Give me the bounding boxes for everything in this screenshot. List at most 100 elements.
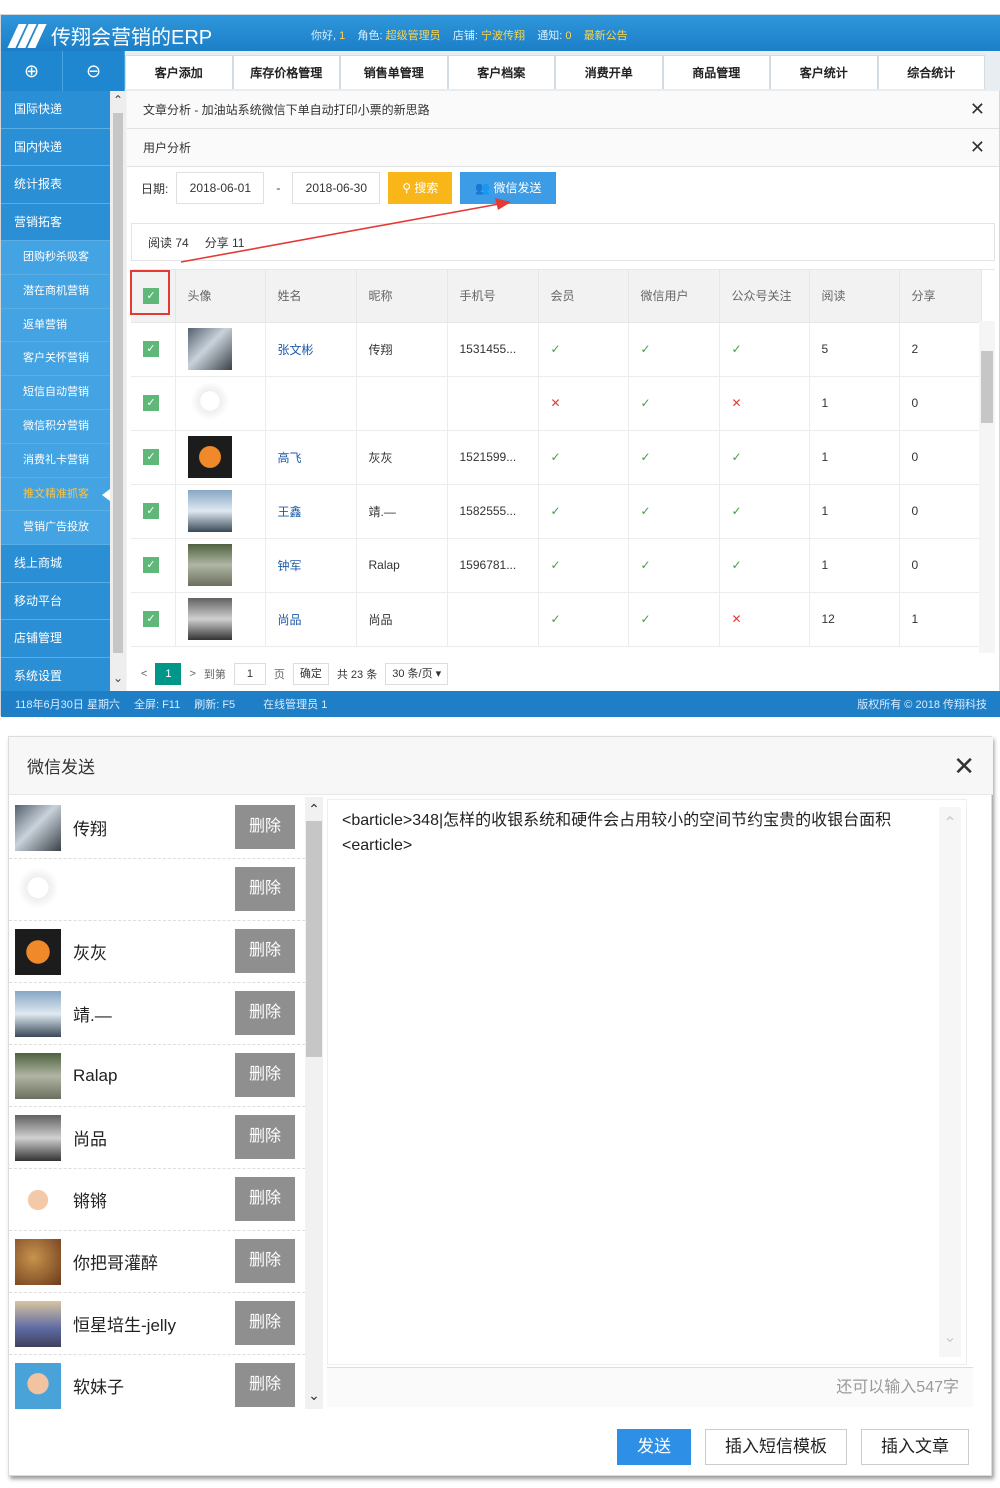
search-button[interactable]: ⚲ 搜索 [388, 172, 453, 204]
tab-article-analysis[interactable]: 文章分析 - 加油站系统微信下单自动打印小票的新思路 ✕ [127, 91, 999, 129]
sidebar-item[interactable]: 国际快递 [1, 91, 110, 129]
delete-button[interactable]: 删除 [235, 1115, 295, 1159]
nav-tab[interactable]: 客户统计 [770, 55, 878, 89]
insert-sms-template-button[interactable]: 插入短信模板 [705, 1429, 847, 1465]
sidebar-item[interactable]: 统计报表 [1, 166, 110, 204]
sidebar-subitem[interactable]: 团购秒杀吸客 [1, 241, 110, 275]
announcement-link[interactable]: 最新公告 [584, 30, 628, 42]
chevron-up-icon[interactable]: ⌃ [939, 813, 961, 833]
delete-button[interactable]: 删除 [235, 805, 295, 849]
table-row[interactable]: ✓ ✕ ✓ ✕ 1 0 [131, 376, 982, 431]
table-row[interactable]: ✓ 张文彬 传翔 1531455... ✓ ✓ ✓ 5 2 [131, 322, 982, 377]
check-icon: ✓ [550, 504, 561, 518]
delete-button[interactable]: 删除 [235, 1363, 295, 1407]
chevron-down-icon[interactable]: ⌄ [305, 1387, 323, 1404]
prev-page-icon[interactable]: < [141, 668, 147, 680]
article-tab-label: 文章分析 - 加油站系统微信下单自动打印小票的新思路 [143, 103, 430, 117]
delete-button[interactable]: 删除 [235, 1239, 295, 1283]
logo-icon [7, 23, 47, 48]
table-row[interactable]: ✓ 钟军 Ralap 1596781... ✓ ✓ ✓ 1 0 [131, 538, 982, 593]
user-name-link[interactable]: 钟军 [265, 538, 357, 593]
user-name-link[interactable]: 高飞 [265, 430, 357, 485]
message-textarea[interactable]: <barticle>348|怎样的收银系统和硬件会占用较小的空间节约宝贵的收银台… [327, 799, 967, 1365]
nav-tab[interactable]: 客户添加 [125, 55, 233, 89]
expand-all-icon[interactable]: ⊕ [1, 51, 63, 91]
delete-button[interactable]: 删除 [235, 929, 295, 973]
delete-button[interactable]: 删除 [235, 867, 295, 911]
store-value[interactable]: 宁波传翔 [481, 30, 525, 42]
row-checkbox[interactable]: ✓ [143, 611, 159, 627]
sidebar-item[interactable]: 系统设置 [1, 658, 110, 696]
delete-button[interactable]: 删除 [235, 991, 295, 1035]
row-checkbox[interactable]: ✓ [143, 503, 159, 519]
sidebar-item[interactable]: 营销拓客 [1, 204, 110, 241]
end-date-input[interactable]: 2018-06-30 [292, 172, 381, 204]
sidebar-item[interactable]: 国内快递 [1, 129, 110, 166]
sidebar-subitem[interactable]: 返单营销 [1, 308, 110, 343]
row-checkbox[interactable]: ✓ [143, 449, 159, 465]
phone [447, 376, 539, 431]
confirm-page-button[interactable]: 确定 [292, 663, 329, 685]
sidebar-item[interactable]: 店铺管理 [1, 620, 110, 658]
row-checkbox[interactable]: ✓ [143, 341, 159, 357]
table-row[interactable]: ✓ 尚品 尚品 ✓ ✓ ✕ 12 1 [131, 592, 982, 647]
page-input[interactable]: 1 [233, 663, 266, 685]
tab-user-analysis[interactable]: 用户分析 ✕ [127, 129, 999, 167]
scroll-thumb[interactable] [306, 821, 322, 1057]
current-page[interactable]: 1 [155, 663, 182, 685]
sidebar-subitem[interactable]: 客户关怀营销 [1, 342, 110, 377]
delete-button[interactable]: 删除 [235, 1301, 295, 1345]
sidebar-item[interactable]: 线上商城 [1, 545, 110, 583]
column-header: 会员 [538, 270, 629, 323]
sidebar-subitem[interactable]: 短信自动营销 [1, 376, 110, 410]
row-checkbox[interactable]: ✓ [143, 557, 159, 573]
send-button[interactable]: 发送 [617, 1429, 691, 1465]
sidebar-subitem[interactable]: 潜在商机营销 [1, 274, 110, 309]
wechat-send-button[interactable]: 👥 微信发送 [460, 172, 557, 204]
table-scrollbar[interactable] [979, 321, 995, 653]
phone: 1521599... [447, 430, 539, 485]
nickname: 尚品 [356, 592, 448, 647]
sidebar-subitem[interactable]: 消费礼卡营销 [1, 443, 110, 478]
sidebar-subitem[interactable]: 推文精准抓客 [1, 477, 110, 512]
check-icon: ✓ [550, 558, 561, 572]
user-name-link[interactable]: 尚品 [265, 592, 357, 647]
chevron-up-icon[interactable]: ⌃ [305, 801, 323, 818]
app-logo: 传翔会营销的ERP [7, 21, 212, 50]
close-icon[interactable]: ✕ [970, 137, 985, 158]
next-page-icon[interactable]: > [189, 668, 195, 680]
user-name-link[interactable] [265, 376, 357, 431]
scroll-thumb[interactable] [113, 113, 123, 653]
chevron-down-icon[interactable]: ⌄ [110, 671, 126, 691]
close-icon[interactable]: ✕ [970, 99, 985, 120]
recipient-scrollbar[interactable]: ⌃ ⌄ [305, 797, 323, 1409]
start-date-input[interactable]: 2018-06-01 [176, 172, 265, 204]
nav-tab[interactable]: 消费开单 [555, 55, 663, 89]
message-scrollbar[interactable]: ⌃ ⌄ [939, 807, 961, 1357]
scroll-thumb[interactable] [981, 351, 993, 423]
avatar [15, 866, 61, 913]
table-row[interactable]: ✓ 高飞 灰灰 1521599... ✓ ✓ ✓ 1 0 [131, 430, 982, 485]
chevron-up-icon[interactable]: ⌃ [110, 93, 126, 113]
sidebar-scrollbar[interactable]: ⌃ ⌄ [110, 91, 126, 691]
sidebar-subitem[interactable]: 微信积分营销 [1, 409, 110, 444]
nav-tab[interactable]: 客户档案 [447, 55, 555, 89]
user-name-link[interactable]: 张文彬 [265, 322, 357, 377]
nav-tab[interactable]: 综合统计 [877, 55, 985, 89]
table-row[interactable]: ✓ 王鑫 靖.— 1582555... ✓ ✓ ✓ 1 0 [131, 484, 982, 539]
nav-tab[interactable]: 商品管理 [662, 55, 770, 89]
sidebar-subitem[interactable]: 营销广告投放 [1, 511, 110, 546]
close-icon[interactable]: ✕ [953, 751, 975, 782]
row-checkbox[interactable]: ✓ [143, 395, 159, 411]
delete-button[interactable]: 删除 [235, 1177, 295, 1221]
sidebar-item[interactable]: 移动平台 [1, 583, 110, 621]
collapse-all-icon[interactable]: ⊖ [63, 51, 125, 91]
user-name-link[interactable]: 王鑫 [265, 484, 357, 539]
delete-button[interactable]: 删除 [235, 1053, 295, 1097]
nav-tab[interactable]: 销售单管理 [340, 55, 448, 89]
insert-article-button[interactable]: 插入文章 [861, 1429, 969, 1465]
chevron-down-icon[interactable]: ⌄ [939, 1327, 961, 1347]
nav-tab[interactable]: 库存价格管理 [232, 55, 340, 89]
notice-count[interactable]: 0 [565, 30, 571, 42]
page-size-select[interactable]: 30 条/页 ▾ [385, 663, 449, 685]
